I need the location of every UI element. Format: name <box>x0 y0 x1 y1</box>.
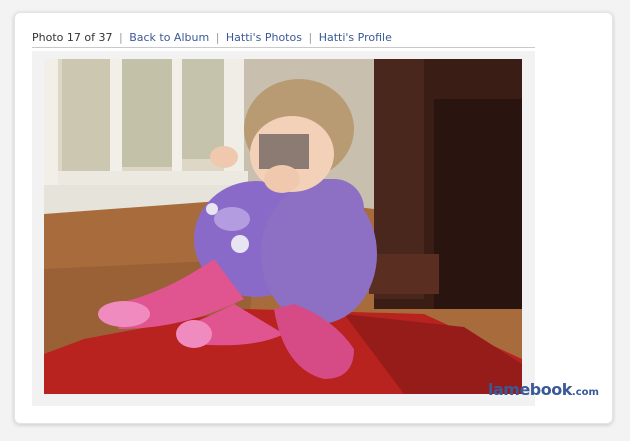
header-divider <box>32 47 535 48</box>
separator: | <box>215 31 220 44</box>
watermark-brand: lamebook <box>488 380 572 399</box>
photo-counter: Photo 17 of 37 <box>32 31 113 44</box>
back-to-album-link[interactable]: Back to Album <box>129 31 209 44</box>
site-watermark: lamebook.com <box>488 380 599 399</box>
main-photo[interactable] <box>44 59 522 394</box>
owner-profile-link[interactable]: Hatti's Profile <box>319 31 392 44</box>
separator: | <box>308 31 313 44</box>
photo-frame <box>32 51 535 406</box>
photo-navigation: Photo 17 of 37 | Back to Album | Hatti's… <box>32 31 392 44</box>
photo-card: Photo 17 of 37 | Back to Album | Hatti's… <box>14 12 613 424</box>
separator: | <box>118 31 123 44</box>
photo-illustration <box>44 59 522 394</box>
watermark-suffix: .com <box>571 387 599 398</box>
owner-photos-link[interactable]: Hatti's Photos <box>226 31 302 44</box>
